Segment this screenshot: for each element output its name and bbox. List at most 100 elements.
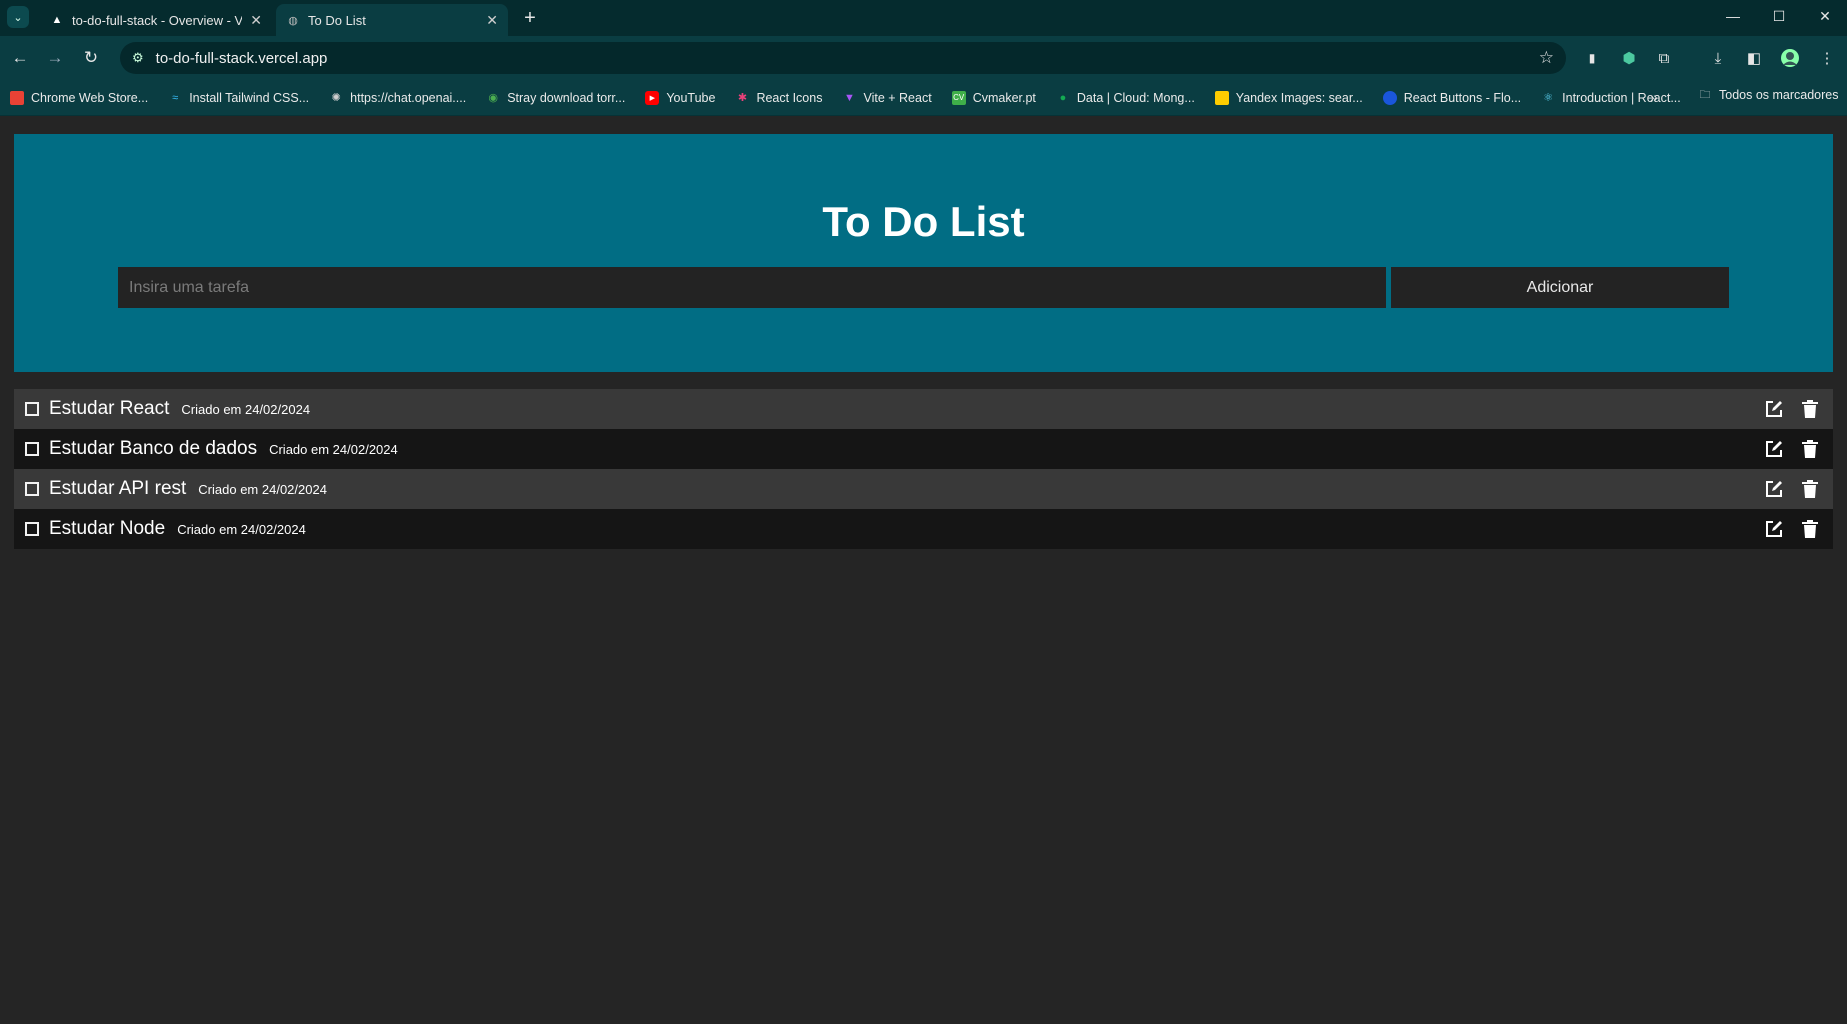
task-checkbox[interactable] <box>25 402 39 416</box>
bookmark-star-icon[interactable]: ☆ <box>1539 48 1554 68</box>
tab-title: To Do List <box>308 12 366 28</box>
tab-vercel-overview[interactable]: ▲ to-do-full-stack - Overview - Ve ✕ <box>40 4 272 36</box>
bookmarks-folder-label: Todos os marcadores <box>1719 88 1839 102</box>
bookmark-label: Introduction | React... <box>1562 90 1681 105</box>
chrome-store-icon <box>10 90 24 105</box>
task-list: Estudar React Criado em 24/02/2024 Estud… <box>14 389 1833 549</box>
task-row: Estudar Banco de dados Criado em 24/02/2… <box>14 429 1833 469</box>
profile-avatar-icon[interactable] <box>1778 46 1802 70</box>
yandex-icon <box>1214 90 1229 105</box>
window-close-icon[interactable]: ✕ <box>1802 0 1847 32</box>
cvmaker-icon: CV <box>951 90 966 105</box>
react-icon: ⚛ <box>1543 92 1554 104</box>
bookmark-chrome-web-store[interactable]: Chrome Web Store... <box>10 90 149 105</box>
task-name: Estudar React <box>49 398 170 419</box>
tab-search-chevron-icon[interactable]: ⌄ <box>7 6 29 28</box>
bookmark-mongodb[interactable]: ● Data | Cloud: Mong... <box>1056 91 1195 105</box>
bookmark-label: Install Tailwind CSS... <box>189 90 310 105</box>
site-info-icon[interactable]: ⚙ <box>132 50 144 66</box>
tab-title: to-do-full-stack - Overview - Ve <box>72 12 243 28</box>
close-icon[interactable]: ✕ <box>250 12 262 29</box>
task-actions <box>1763 478 1833 500</box>
forward-arrow-icon[interactable]: → <box>43 46 67 70</box>
extension-shield-icon[interactable]: ⬢ <box>1617 46 1641 70</box>
torrent-icon: ◉ <box>488 92 498 104</box>
task-name: Estudar Node <box>49 518 166 539</box>
task-checkbox[interactable] <box>25 522 39 536</box>
task-row: Estudar Node Criado em 24/02/2024 <box>14 509 1833 549</box>
task-created-date: Criado em 24/02/2024 <box>198 481 327 497</box>
url-text: to-do-full-stack.vercel.app <box>155 49 328 67</box>
youtube-icon: ▶ <box>645 90 660 105</box>
folder-icon: 🗀 <box>1699 88 1711 101</box>
task-name: Estudar Banco de dados <box>49 438 258 459</box>
trash-icon[interactable] <box>1799 478 1821 500</box>
task-name: Estudar API rest <box>49 478 187 499</box>
task-actions <box>1763 398 1833 420</box>
task-actions <box>1763 438 1833 460</box>
bookmark-label: React Buttons - Flo... <box>1403 90 1522 105</box>
bookmark-label: YouTube <box>666 90 716 105</box>
bookmark-react-intro[interactable]: ⚛ Introduction | React... <box>1541 91 1681 105</box>
back-arrow-icon[interactable]: ← <box>8 46 32 70</box>
new-tab-plus-icon[interactable]: + <box>518 6 542 30</box>
vite-icon: ▼ <box>844 91 855 104</box>
task-actions <box>1763 518 1833 540</box>
minimize-icon[interactable]: — <box>1710 0 1756 32</box>
task-input[interactable] <box>118 267 1386 308</box>
download-icon[interactable]: ⤓ <box>1706 46 1730 70</box>
bookmark-label: Stray download torr... <box>507 90 626 105</box>
page-title: To Do List <box>822 198 1025 245</box>
bookmark-react-buttons[interactable]: React Buttons - Flo... <box>1382 90 1522 105</box>
bookmark-yandex[interactable]: Yandex Images: sear... <box>1214 90 1363 105</box>
bookmarks-folder-all[interactable]: 🗀 Todos os marcadores <box>1698 88 1839 102</box>
tab-strip: ⌄ ▲ to-do-full-stack - Overview - Ve ✕ ◍… <box>0 0 1847 36</box>
side-panel-icon[interactable]: ◧ <box>1742 46 1766 70</box>
add-task-button[interactable]: Adicionar <box>1391 267 1729 308</box>
bookmark-youtube[interactable]: ▶ YouTube <box>645 90 716 105</box>
bookmark-vite-react[interactable]: ▼ Vite + React <box>842 91 932 105</box>
triangle-icon: ▲ <box>51 14 63 26</box>
edit-icon[interactable] <box>1763 478 1785 500</box>
bookmark-stray[interactable]: ◉ Stray download torr... <box>486 91 625 105</box>
bookmark-react-icons[interactable]: ✱ React Icons <box>735 90 823 105</box>
task-checkbox[interactable] <box>25 482 39 496</box>
task-row: Estudar API rest Criado em 24/02/2024 <box>14 469 1833 509</box>
task-created-date: Criado em 24/02/2024 <box>177 521 306 537</box>
tab-todo-list[interactable]: ◍ To Do List ✕ <box>276 4 508 36</box>
address-bar[interactable]: ⚙ to-do-full-stack.vercel.app ☆ <box>120 42 1566 74</box>
extension-small-icon[interactable]: ▮ <box>1580 46 1604 70</box>
task-created-date: Criado em 24/02/2024 <box>181 401 311 417</box>
edit-icon[interactable] <box>1763 438 1785 460</box>
bookmarks-bar: Chrome Web Store... ≈ Install Tailwind C… <box>0 80 1847 116</box>
close-icon[interactable]: ✕ <box>486 12 498 29</box>
mongodb-icon: ● <box>1059 91 1067 104</box>
bookmark-label: Data | Cloud: Mong... <box>1076 90 1195 105</box>
trash-icon[interactable] <box>1799 438 1821 460</box>
maximize-icon[interactable]: ☐ <box>1756 0 1802 32</box>
reload-icon[interactable]: ↻ <box>79 46 103 70</box>
bookmarks-overflow-chevron-icon[interactable]: » <box>1650 89 1658 105</box>
header-panel: To Do List Adicionar <box>14 134 1833 372</box>
bookmark-label: Chrome Web Store... <box>31 90 149 105</box>
bookmark-label: https://chat.openai.... <box>350 90 467 105</box>
globe-icon: ◍ <box>288 14 298 27</box>
tailwind-icon: ≈ <box>172 91 179 104</box>
bookmark-label: Yandex Images: sear... <box>1235 90 1363 105</box>
bookmark-openai[interactable]: ✺ https://chat.openai.... <box>329 90 467 105</box>
bookmark-tailwind[interactable]: ≈ Install Tailwind CSS... <box>168 91 309 105</box>
edit-icon[interactable] <box>1763 518 1785 540</box>
bookmark-label: React Icons <box>756 90 823 105</box>
trash-icon[interactable] <box>1799 398 1821 420</box>
task-checkbox[interactable] <box>25 442 39 456</box>
bookmark-cvmaker[interactable]: CV Cvmaker.pt <box>951 90 1036 105</box>
task-created-date: Criado em 24/02/2024 <box>269 441 398 457</box>
openai-icon: ✺ <box>331 92 341 104</box>
react-icons-icon: ✱ <box>737 92 748 104</box>
trash-icon[interactable] <box>1799 518 1821 540</box>
flowbite-icon <box>1382 90 1397 105</box>
extensions-puzzle-icon[interactable]: ⧉ <box>1652 46 1676 70</box>
menu-kebab-icon[interactable]: ⋮ <box>1815 46 1839 70</box>
bookmark-label: Cvmaker.pt <box>972 90 1036 105</box>
edit-icon[interactable] <box>1763 398 1785 420</box>
